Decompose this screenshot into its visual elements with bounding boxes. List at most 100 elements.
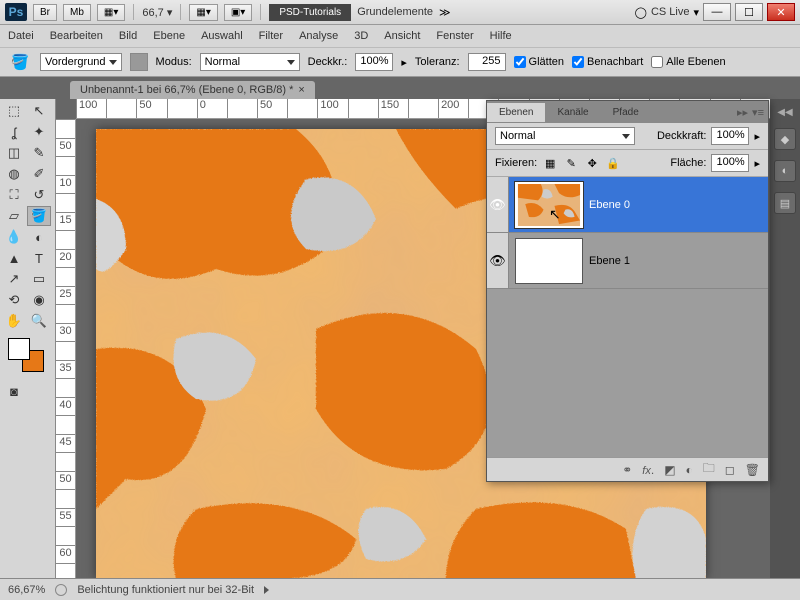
- tolerance-input[interactable]: 255: [468, 53, 506, 71]
- zoom-level[interactable]: 66,7 ▾: [142, 6, 172, 19]
- group-icon[interactable]: 🗀: [703, 459, 715, 480]
- workspace-tab-grund[interactable]: Grundelemente: [357, 6, 433, 18]
- close-button[interactable]: ✕: [767, 3, 795, 21]
- pen-tool[interactable]: ▲: [2, 248, 26, 268]
- document-tab[interactable]: Unbenannt-1 bei 66,7% (Ebene 0, RGB/8) *…: [70, 81, 315, 99]
- hand-tool[interactable]: ✋: [2, 311, 26, 331]
- status-zoom[interactable]: 66,67%: [8, 584, 45, 596]
- expand-panels-icon[interactable]: ◀◀: [777, 107, 792, 118]
- move-tool[interactable]: ⬚: [2, 101, 26, 121]
- brush-tool[interactable]: ✐: [27, 164, 51, 184]
- blend-mode-dropdown[interactable]: Normal: [200, 53, 300, 71]
- cslive-icon[interactable]: ◯: [635, 6, 647, 19]
- status-flyout-icon[interactable]: [264, 586, 269, 594]
- menu-bild[interactable]: Bild: [119, 30, 137, 42]
- layers-panel-icon[interactable]: ▤: [774, 192, 796, 214]
- foreground-swatch[interactable]: [8, 338, 30, 360]
- menu-analyse[interactable]: Analyse: [299, 30, 338, 42]
- type-tool[interactable]: T: [27, 248, 51, 268]
- cslive-down-icon[interactable]: ▾: [693, 6, 699, 19]
- lock-pixels-icon[interactable]: ✎: [563, 156, 579, 170]
- layer-thumbnail[interactable]: ↖: [515, 182, 583, 228]
- minibridge-button[interactable]: Mb: [63, 4, 91, 21]
- menu-3d[interactable]: 3D: [354, 30, 368, 42]
- camera-tool[interactable]: ◉: [27, 290, 51, 310]
- fx-icon[interactable]: fx.: [642, 463, 654, 477]
- quickmask-tool[interactable]: ◙: [2, 381, 26, 401]
- blur-tool[interactable]: 💧: [2, 227, 26, 247]
- pattern-swatch[interactable]: [130, 53, 148, 71]
- eyedropper-tool[interactable]: ✎: [27, 143, 51, 163]
- adjustment-icon[interactable]: ◐: [686, 463, 693, 477]
- eraser-tool[interactable]: ▱: [2, 206, 26, 226]
- workspace-tab-psd[interactable]: PSD-Tutorials: [269, 4, 351, 21]
- tab-kanaele[interactable]: Kanäle: [545, 103, 600, 122]
- minimize-button[interactable]: —: [703, 3, 731, 21]
- link-layers-icon[interactable]: ⚭: [622, 463, 632, 477]
- all-layers-checkbox[interactable]: Alle Ebenen: [651, 56, 725, 68]
- fill-mode-dropdown[interactable]: Vordergrund: [40, 53, 122, 71]
- cslive-button[interactable]: CS Live: [651, 6, 690, 18]
- screenmode-button[interactable]: ▣▾: [224, 4, 252, 21]
- adjust-panel-icon[interactable]: ◐: [774, 160, 796, 182]
- color-panel-icon[interactable]: ◆: [774, 128, 796, 150]
- menu-fenster[interactable]: Fenster: [436, 30, 473, 42]
- tab-pfade[interactable]: Pfade: [601, 103, 651, 122]
- lock-all-icon[interactable]: 🔒: [605, 156, 621, 170]
- stamp-tool[interactable]: ⛶: [2, 185, 26, 205]
- new-layer-icon[interactable]: ◻: [725, 463, 735, 477]
- contiguous-checkbox[interactable]: Benachbart: [572, 56, 643, 68]
- dodge-tool[interactable]: ◐: [27, 227, 51, 247]
- lock-transparent-icon[interactable]: ▦: [542, 156, 558, 170]
- panel-menu-icon[interactable]: ▾≡: [752, 106, 764, 119]
- bridge-button[interactable]: Br: [33, 4, 57, 21]
- zoom-tool[interactable]: 🔍: [27, 311, 51, 331]
- maximize-button[interactable]: ☐: [735, 3, 763, 21]
- heal-tool[interactable]: ◍: [2, 164, 26, 184]
- arrange-button[interactable]: ▦▾: [189, 4, 217, 21]
- color-swatches[interactable]: [8, 338, 48, 374]
- layer-name[interactable]: Ebene 0: [589, 199, 630, 211]
- wand-tool[interactable]: ✦: [27, 122, 51, 142]
- panel-collapse-icon[interactable]: ▸▸: [737, 106, 748, 119]
- menu-datei[interactable]: Datei: [8, 30, 34, 42]
- path-tool[interactable]: ↗: [2, 269, 26, 289]
- view-extras-button[interactable]: ▦▾: [97, 4, 125, 21]
- select-tool[interactable]: ↖: [27, 101, 51, 121]
- menu-ebene[interactable]: Ebene: [153, 30, 185, 42]
- fill-slider-icon[interactable]: ▸: [754, 157, 760, 170]
- opacity-flyout-icon[interactable]: ▸: [401, 56, 407, 69]
- crop-tool[interactable]: ◫: [2, 143, 26, 163]
- tab-ebenen[interactable]: Ebenen: [487, 103, 545, 122]
- vertical-ruler[interactable]: 50101520253035404550556065: [56, 119, 76, 600]
- layer-name[interactable]: Ebene 1: [589, 255, 630, 267]
- shape-tool[interactable]: ▭: [27, 269, 51, 289]
- layer-thumbnail[interactable]: [515, 238, 583, 284]
- 3d-tool[interactable]: ⟲: [2, 290, 26, 310]
- layer-row[interactable]: 👁 ↖ Ebene 0: [487, 177, 768, 233]
- layer-row[interactable]: 👁 Ebene 1: [487, 233, 768, 289]
- history-brush-tool[interactable]: ↺: [27, 185, 51, 205]
- layer-opacity-input[interactable]: 100%: [711, 127, 749, 145]
- fill-input[interactable]: 100%: [711, 154, 749, 172]
- delete-layer-icon[interactable]: 🗑: [745, 463, 760, 477]
- visibility-toggle[interactable]: 👁: [487, 177, 509, 232]
- menu-auswahl[interactable]: Auswahl: [201, 30, 243, 42]
- menu-ansicht[interactable]: Ansicht: [384, 30, 420, 42]
- opacity-slider-icon[interactable]: ▸: [754, 130, 760, 143]
- doc-close-icon[interactable]: ×: [298, 84, 304, 96]
- visibility-toggle[interactable]: 👁: [487, 233, 509, 288]
- bucket-tool[interactable]: 🪣: [27, 206, 51, 226]
- mask-icon[interactable]: ◩: [664, 463, 675, 477]
- opacity-input[interactable]: 100%: [355, 53, 393, 71]
- lock-position-icon[interactable]: ✥: [584, 156, 600, 170]
- lasso-tool[interactable]: ʆ: [2, 122, 26, 142]
- layer-blend-dropdown[interactable]: Normal: [495, 127, 635, 145]
- current-tool-icon[interactable]: 🪣: [8, 52, 32, 72]
- menu-filter[interactable]: Filter: [259, 30, 283, 42]
- menu-hilfe[interactable]: Hilfe: [490, 30, 512, 42]
- workspace-more-icon[interactable]: ≫: [439, 6, 451, 19]
- status-indicator-icon[interactable]: [55, 584, 67, 596]
- menu-bearbeiten[interactable]: Bearbeiten: [50, 30, 103, 42]
- antialias-checkbox[interactable]: Glätten: [514, 56, 564, 68]
